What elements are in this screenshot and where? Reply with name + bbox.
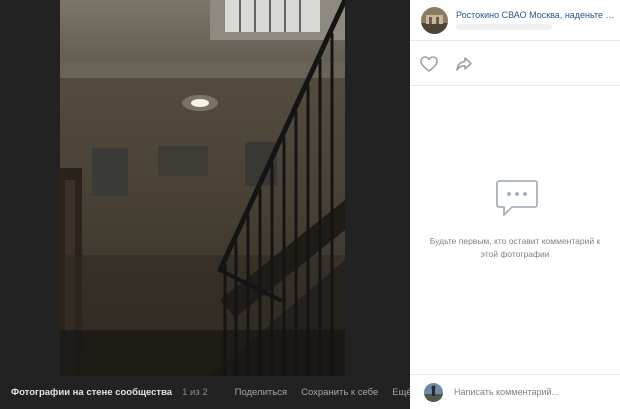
post-date-placeholder xyxy=(456,24,552,30)
photo-side-panel: Ростокино СВАО Москва, наденьте маски! Б… xyxy=(410,0,620,409)
photo-area[interactable] xyxy=(0,0,410,376)
empty-comments: Будьте первым, кто оставит комментарий к… xyxy=(410,86,620,374)
photo-counter: 1 из 2 xyxy=(182,387,208,398)
photo-actions-row xyxy=(410,42,620,86)
comment-input[interactable] xyxy=(454,387,614,397)
community-avatar[interactable] xyxy=(421,7,448,34)
more-label: Ещё xyxy=(392,387,412,398)
photo-viewer: Фотографии на стене сообщества 1 из 2 По… xyxy=(0,0,422,409)
author-header: Ростокино СВАО Москва, наденьте маски! xyxy=(410,0,620,41)
viewer-bottom-bar: Фотографии на стене сообщества 1 из 2 По… xyxy=(0,376,422,409)
community-name-link[interactable]: Ростокино СВАО Москва, наденьте маски! xyxy=(456,10,616,20)
comment-bubble-icon xyxy=(496,180,538,216)
share-arrow-icon[interactable] xyxy=(454,54,474,74)
user-avatar xyxy=(424,382,443,402)
photo-image xyxy=(60,0,345,376)
stairwell-photo[interactable] xyxy=(60,0,345,376)
comment-bar xyxy=(410,374,620,409)
share-button[interactable]: Поделиться xyxy=(235,387,287,398)
save-to-self-button[interactable]: Сохранить к себе xyxy=(301,387,378,398)
empty-comments-text: Будьте первым, кто оставит комментарий к… xyxy=(429,236,601,259)
album-title[interactable]: Фотографии на стене сообщества xyxy=(11,387,172,398)
heart-icon[interactable] xyxy=(419,54,439,74)
